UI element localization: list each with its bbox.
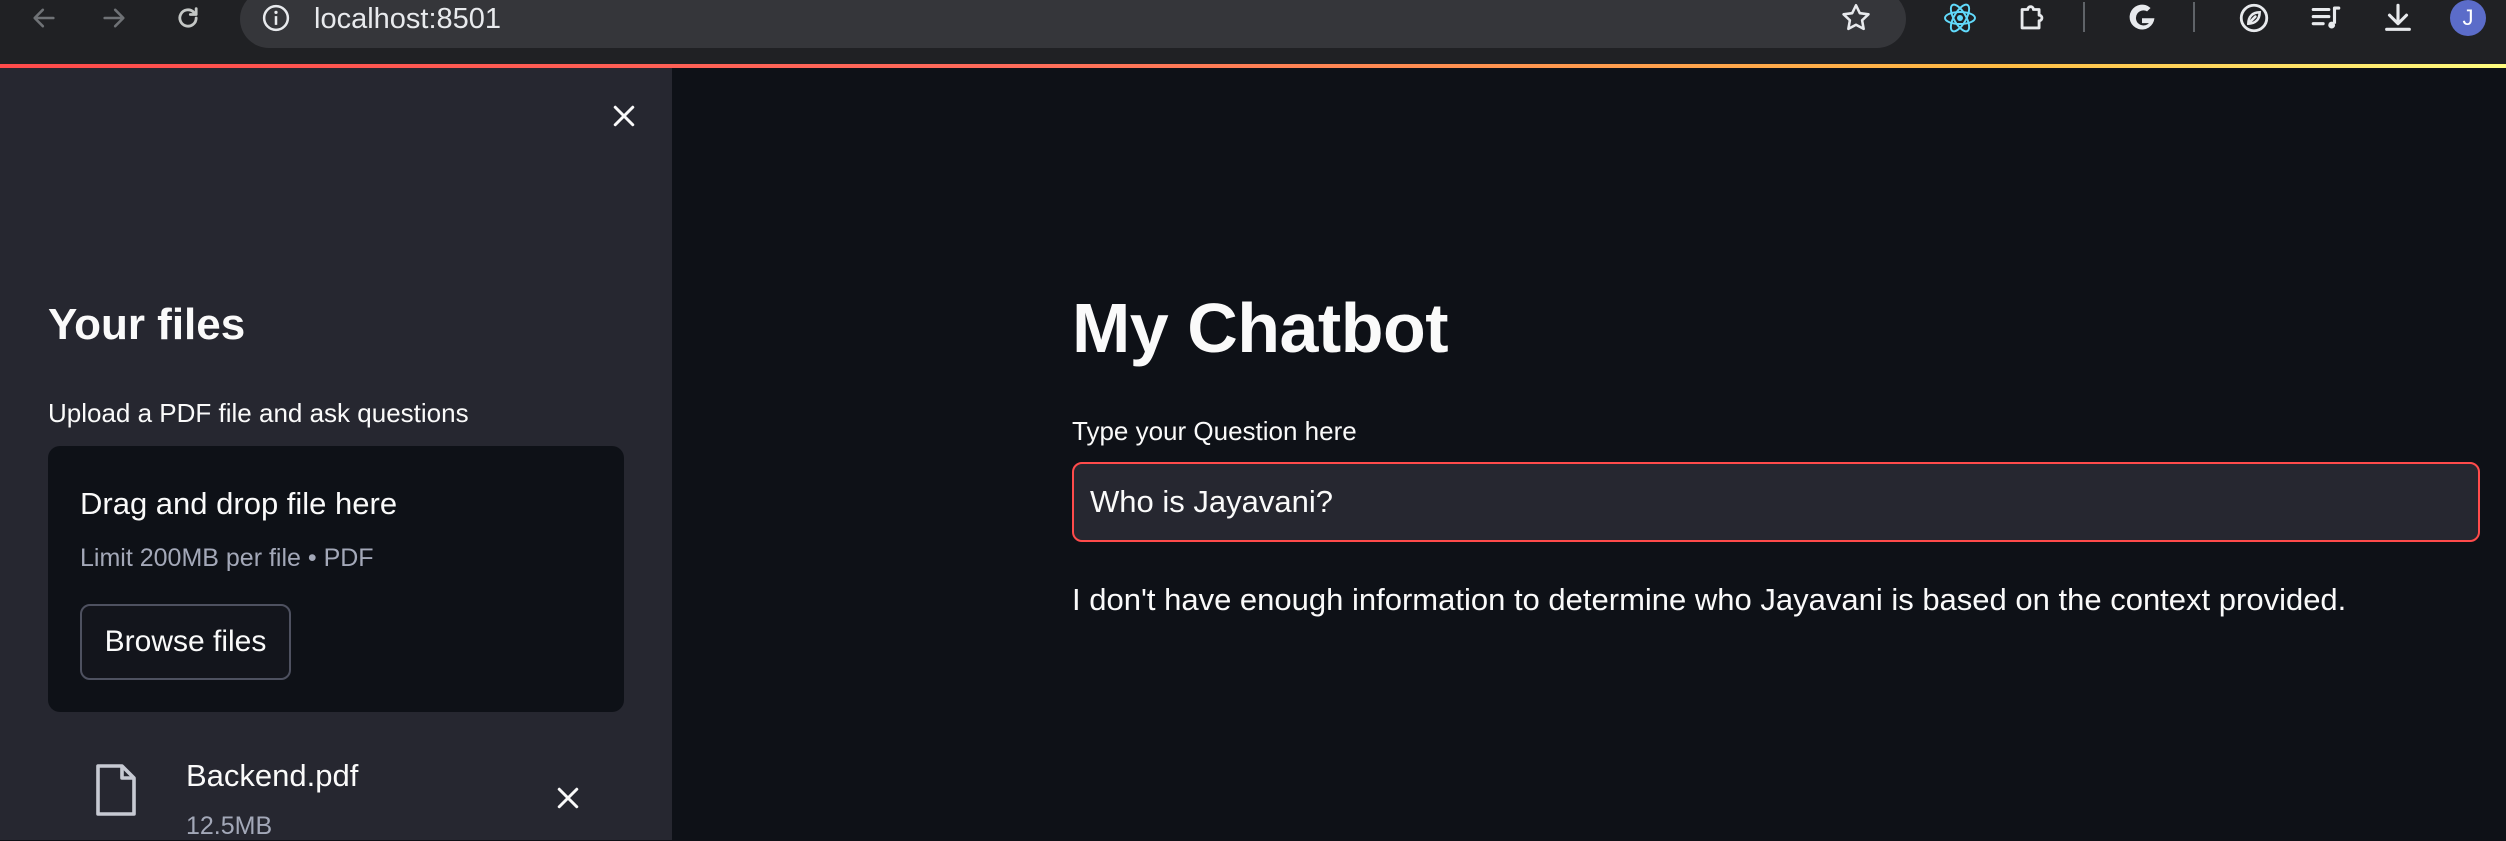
browse-files-button[interactable]: Browse files [80,604,291,680]
toolbar-separator [2193,2,2195,32]
google-icon[interactable] [2118,0,2166,36]
back-arrow-icon[interactable] [20,0,68,36]
page-title: My Chatbot [1072,289,1449,367]
upload-label: Upload a PDF file and ask questions [48,398,469,428]
file-size: 12.5MB [186,812,273,840]
file-icon [94,764,138,816]
browser-toolbar: localhost:8501 J [0,0,2506,64]
chatbot-answer: I don't have enough information to deter… [1072,582,2347,617]
forward-arrow-icon[interactable] [90,0,138,36]
extensions-puzzle-icon[interactable] [2008,0,2056,36]
uploaded-file: Backend.pdf 12.5MB [48,728,624,840]
question-input[interactable] [1072,462,2480,542]
question-label: Type your Question here [1072,416,1357,446]
file-dropzone[interactable]: Drag and drop file here Limit 200MB per … [48,446,624,712]
sidebar: Your files Upload a PDF file and ask que… [0,68,672,840]
address-bar[interactable]: localhost:8501 [240,0,1906,48]
bookmark-star-icon[interactable] [1836,0,1876,36]
dropzone-limit: Limit 200MB per file • PDF [80,544,374,572]
react-devtools-icon[interactable] [1936,0,1984,36]
profile-avatar[interactable]: J [2450,0,2486,36]
site-info-icon[interactable] [258,0,294,36]
leaf-icon[interactable] [2230,0,2278,36]
url-text[interactable]: localhost:8501 [314,4,501,34]
sidebar-title: Your files [48,300,246,349]
reload-icon[interactable] [164,0,212,36]
media-control-icon[interactable] [2302,0,2350,36]
close-sidebar-icon[interactable] [604,96,644,136]
dropzone-title: Drag and drop file here [80,486,398,521]
download-icon[interactable] [2374,0,2422,36]
remove-file-icon[interactable] [548,778,588,818]
toolbar-separator [2083,2,2085,32]
file-name: Backend.pdf [186,758,359,793]
